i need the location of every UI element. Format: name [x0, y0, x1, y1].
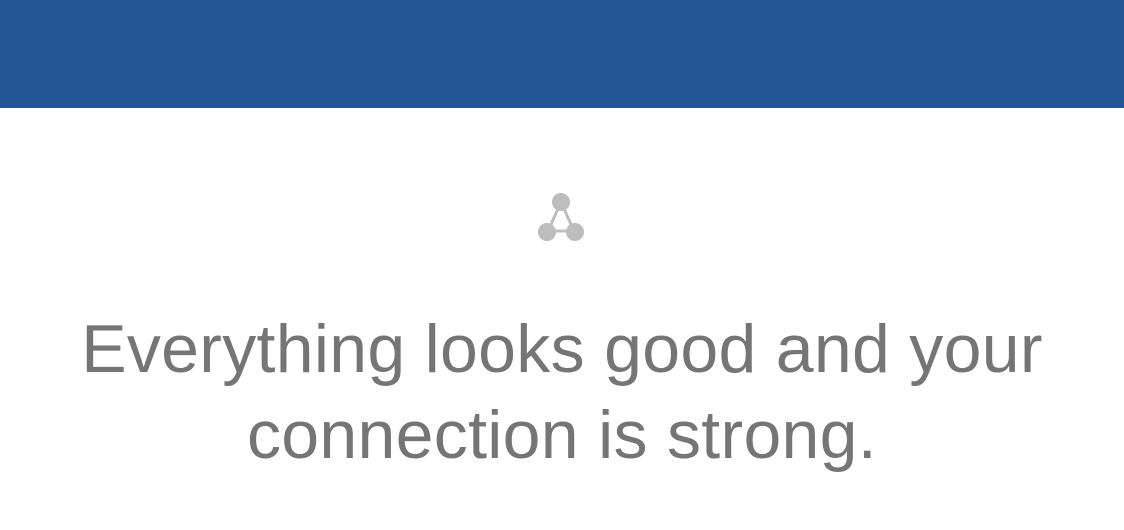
network-connection-icon [538, 193, 584, 241]
header-bar [0, 0, 1124, 108]
connection-status-message: Everything looks good and your connectio… [81, 311, 1043, 473]
connection-status-screen: Everything looks good and your connectio… [0, 0, 1124, 530]
connection-status-panel: Everything looks good and your connectio… [0, 108, 1124, 530]
